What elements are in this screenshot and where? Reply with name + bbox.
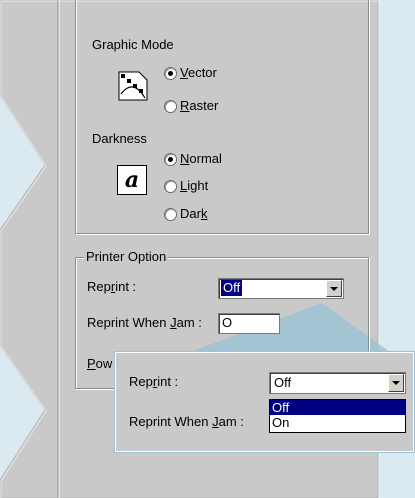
power-label: Pow [87, 356, 113, 371]
reprint-when-jam-label: Reprint When Jam : [87, 315, 202, 330]
vector-radio[interactable]: Vector [164, 65, 217, 81]
dropdown-option-on[interactable]: On [270, 415, 405, 430]
reprint-label: Reprint : [87, 279, 137, 294]
raster-radio-dot[interactable] [164, 99, 177, 113]
normal-radio-dot[interactable] [164, 152, 177, 166]
reprint-when-jam-select[interactable]: O [218, 313, 280, 334]
darkness-title: Darkness [92, 131, 147, 146]
chevron-down-icon[interactable] [326, 280, 342, 297]
reprint-select[interactable]: Off [218, 278, 344, 299]
darkness-sample-icon: a [117, 165, 147, 195]
light-radio-dot[interactable] [164, 179, 177, 193]
dropdown-option-off[interactable]: Off [270, 400, 405, 415]
darkness-sample-glyph: a [124, 167, 140, 193]
callout-reprint-when-jam-label: Reprint When Jam : [129, 414, 244, 429]
light-radio-label: Light [180, 178, 209, 193]
reprint-dropdown-list[interactable]: Off On [269, 399, 406, 433]
vector-graphic-icon [118, 71, 148, 101]
printer-option-title: Printer Option [84, 249, 169, 264]
dark-radio-label: Dark [180, 206, 208, 221]
dark-radio[interactable]: Dark [164, 206, 207, 222]
normal-radio[interactable]: Normal [164, 151, 222, 167]
raster-radio[interactable]: Raster [164, 98, 218, 114]
callout-reprint-select[interactable]: Off [269, 372, 406, 394]
callout-reprint-select-value: Off [274, 375, 292, 390]
callout-reprint-label: Reprint : [129, 374, 179, 389]
reprint-select-value: Off [221, 280, 243, 296]
normal-radio-label: Normal [180, 151, 222, 166]
raster-radio-label: Raster [180, 98, 219, 113]
light-radio[interactable]: Light [164, 178, 208, 194]
zoom-callout: Reprint : Off Reprint When Jam : Off On [115, 352, 414, 452]
chevron-down-icon[interactable] [388, 374, 404, 392]
output-settings-group [75, 0, 369, 234]
vector-radio-label: Vector [180, 65, 217, 80]
graphic-mode-title: Graphic Mode [92, 37, 174, 52]
reprint-when-jam-value: O [222, 315, 233, 330]
vector-radio-dot[interactable] [164, 66, 177, 80]
dark-radio-dot[interactable] [164, 207, 177, 221]
